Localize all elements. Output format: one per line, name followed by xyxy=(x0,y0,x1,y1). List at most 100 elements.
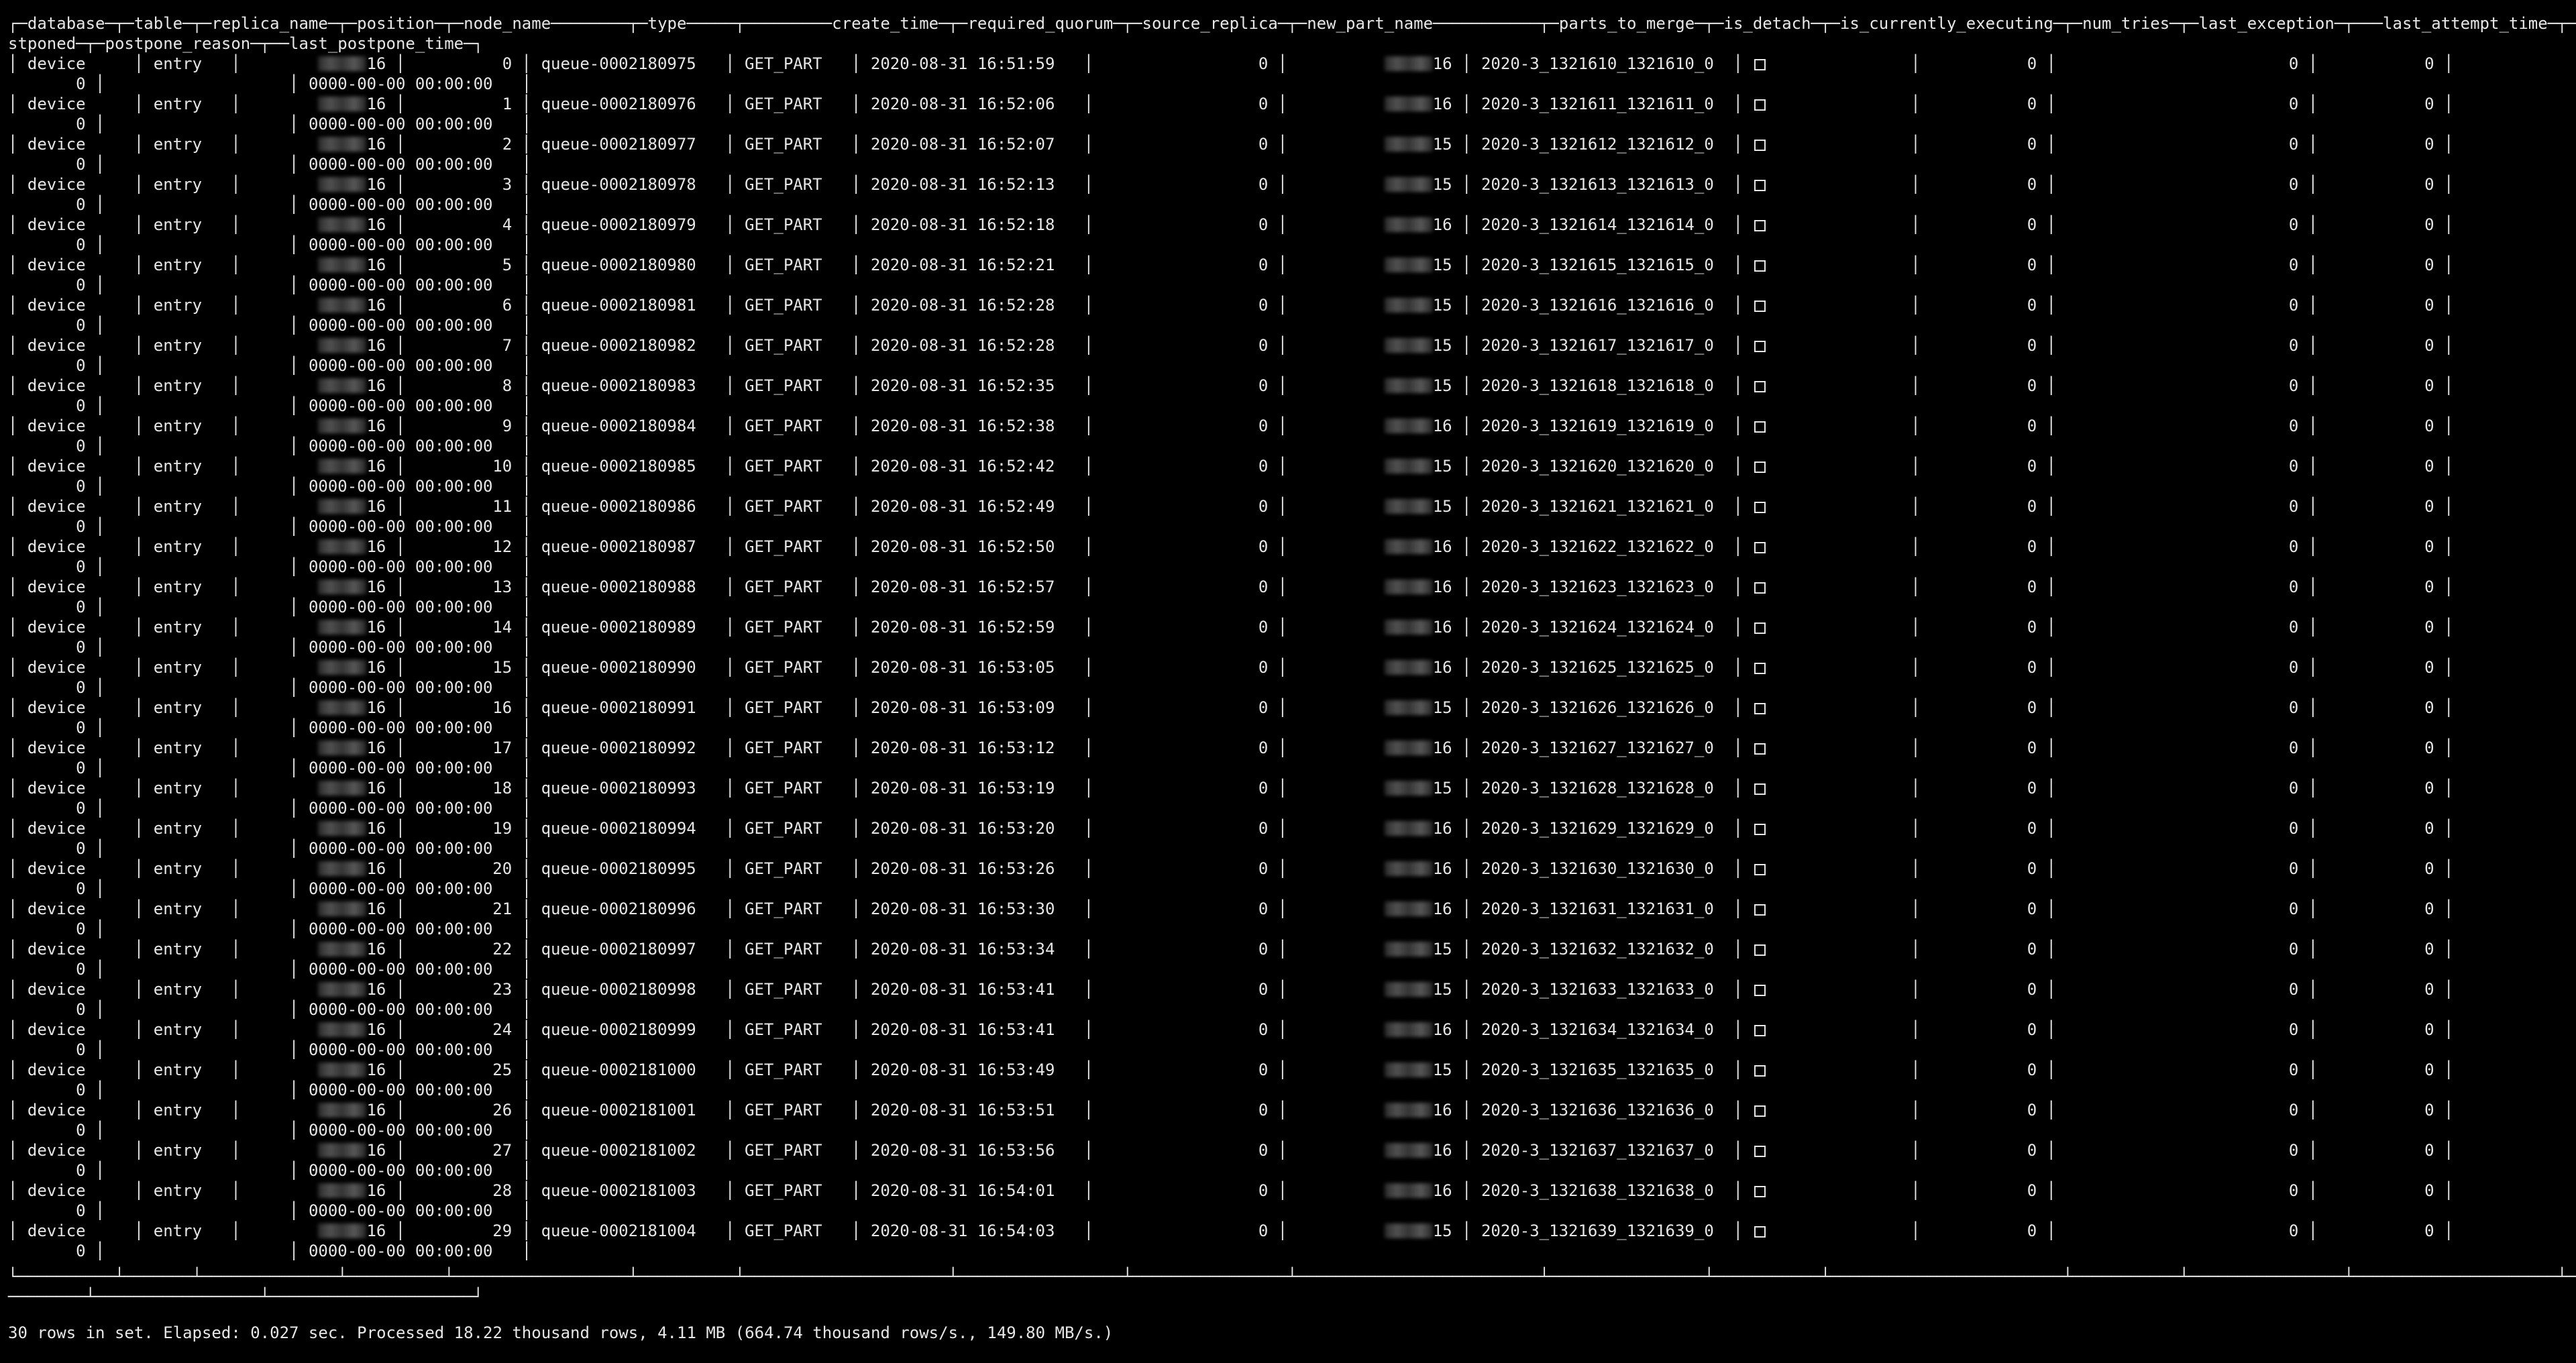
empty-array-icon xyxy=(1754,1025,1766,1036)
cell-node-name: queue-0002180990 xyxy=(541,658,716,677)
cell-last-exception xyxy=(2463,497,2576,516)
table-row-continuation: 0 │ │ 0000-00-00 00:00:00 │ xyxy=(8,718,532,737)
cell-is-currently-executing: 0 xyxy=(2065,698,2299,717)
table-row: │ device │ entry │ 16 │ 22 │ queue-00021… xyxy=(8,939,2576,959)
cell-is-currently-executing: 0 xyxy=(2065,95,2299,113)
cell-postpone-reason xyxy=(115,1201,280,1220)
cell-source-replica: 15 xyxy=(1297,779,1452,798)
cell-is-currently-executing: 0 xyxy=(2065,1060,2299,1079)
cell-last-exception xyxy=(2463,417,2576,435)
cell-last-exception xyxy=(2463,618,2576,637)
redacted-hostname xyxy=(1384,1143,1433,1158)
cell-type: GET_PART xyxy=(745,658,842,677)
cell-last-postpone-time: 0000-00-00 00:00:00 xyxy=(308,477,513,496)
redacted-hostname xyxy=(1384,620,1433,635)
cell-source-replica: 16 xyxy=(1297,859,1452,878)
cell-create-time: 2020-08-31 16:52:38 xyxy=(870,417,1075,435)
cell-source-replica: 16 xyxy=(1297,1020,1452,1039)
table-row: │ device │ entry │ 16 │ 12 │ queue-00021… xyxy=(8,537,2576,557)
cell-num-postponed: 0 xyxy=(8,1040,86,1059)
source-replica-suffix: 15 xyxy=(1432,940,1452,959)
cell-position: 29 xyxy=(415,1221,513,1240)
cell-node-name: queue-0002180975 xyxy=(541,54,716,73)
redacted-hostname xyxy=(1384,660,1433,675)
replica-name-suffix: 16 xyxy=(366,1221,386,1240)
cell-type: GET_PART xyxy=(745,1101,842,1120)
cell-num-postponed: 0 xyxy=(8,1242,86,1260)
cell-node-name: queue-0002180981 xyxy=(541,296,716,315)
cell-create-time: 2020-08-31 16:53:41 xyxy=(870,980,1075,999)
cell-position: 10 xyxy=(415,457,513,476)
table-row-continuation: 0 │ │ 0000-00-00 00:00:00 │ xyxy=(8,235,532,254)
cell-node-name: queue-0002181002 xyxy=(541,1141,716,1160)
empty-array-icon xyxy=(1754,260,1766,272)
cell-is-currently-executing: 0 xyxy=(2065,376,2299,395)
cell-source-replica: 16 xyxy=(1297,1101,1452,1120)
cell-node-name: queue-0002180989 xyxy=(541,618,716,637)
table-row-continuation: 0 │ │ 0000-00-00 00:00:00 │ xyxy=(8,839,532,858)
cell-database: device xyxy=(27,1101,125,1120)
cell-source-replica: 16 xyxy=(1297,739,1452,757)
cell-last-postpone-time: 0000-00-00 00:00:00 xyxy=(308,1040,513,1059)
cell-parts-to-merge xyxy=(1753,54,1901,73)
cell-new-part-name: 2020-3_1321637_1321637_0 xyxy=(1481,1141,1724,1160)
cell-type: GET_PART xyxy=(745,417,842,435)
cell-required-quorum: 0 xyxy=(1103,1020,1269,1039)
table-row-continuation: 0 │ │ 0000-00-00 00:00:00 │ xyxy=(8,477,532,496)
table-row: │ device │ entry │ 16 │ 13 │ queue-00021… xyxy=(8,577,2576,597)
cell-last-exception xyxy=(2463,1020,2576,1039)
cell-source-replica: 16 xyxy=(1297,618,1452,637)
cell-is-detach: 0 xyxy=(1930,135,2037,154)
source-replica-suffix: 15 xyxy=(1432,256,1452,274)
cell-parts-to-merge xyxy=(1753,256,1901,274)
cell-is-currently-executing: 0 xyxy=(2065,1141,2299,1160)
redacted-hostname xyxy=(1384,217,1433,232)
cell-create-time: 2020-08-31 16:53:41 xyxy=(870,1020,1075,1039)
cell-num-postponed: 0 xyxy=(8,115,86,133)
cell-replica-name: 16 xyxy=(250,256,386,274)
cell-num-postponed: 0 xyxy=(8,678,86,697)
cell-last-exception xyxy=(2463,578,2576,596)
cell-is-currently-executing: 0 xyxy=(2065,256,2299,274)
redacted-hostname xyxy=(1384,1103,1433,1117)
cell-node-name: queue-0002180978 xyxy=(541,175,716,194)
cell-database: device xyxy=(27,175,125,194)
empty-array-icon xyxy=(1754,1186,1766,1197)
cell-is-detach: 0 xyxy=(1930,497,2037,516)
cell-last-postpone-time: 0000-00-00 00:00:00 xyxy=(308,1161,513,1180)
terminal-window[interactable]: ┌─database─┬─table─┬─replica_name─┬─posi… xyxy=(0,0,2576,1363)
cell-is-detach: 0 xyxy=(1930,618,2037,637)
cell-new-part-name: 2020-3_1321633_1321633_0 xyxy=(1481,980,1724,999)
cell-table: entry xyxy=(153,1101,221,1120)
cell-required-quorum: 0 xyxy=(1103,376,1269,395)
source-replica-suffix: 15 xyxy=(1432,980,1452,999)
cell-last-exception xyxy=(2463,537,2576,556)
cell-is-detach: 0 xyxy=(1930,537,2037,556)
table-row-continuation: 0 │ │ 0000-00-00 00:00:00 │ xyxy=(8,517,532,536)
cell-is-currently-executing: 0 xyxy=(2065,658,2299,677)
cell-database: device xyxy=(27,658,125,677)
cell-create-time: 2020-08-31 16:52:07 xyxy=(870,135,1075,154)
cell-type: GET_PART xyxy=(745,497,842,516)
cell-is-currently-executing: 0 xyxy=(2065,54,2299,73)
cell-num-tries: 0 xyxy=(2327,537,2434,556)
cell-create-time: 2020-08-31 16:51:59 xyxy=(870,54,1075,73)
redacted-hostname xyxy=(318,1143,367,1158)
cell-is-currently-executing: 0 xyxy=(2065,618,2299,637)
redacted-hostname xyxy=(1384,700,1433,715)
cell-table: entry xyxy=(153,95,221,113)
cell-position: 7 xyxy=(415,336,513,355)
table-row-continuation: 0 │ │ 0000-00-00 00:00:00 │ xyxy=(8,356,532,375)
cell-last-exception xyxy=(2463,95,2576,113)
cell-num-postponed: 0 xyxy=(8,718,86,737)
redacted-hostname xyxy=(1384,177,1433,192)
cell-new-part-name: 2020-3_1321614_1321614_0 xyxy=(1481,215,1724,234)
source-replica-suffix: 16 xyxy=(1432,618,1452,637)
cell-create-time: 2020-08-31 16:52:06 xyxy=(870,95,1075,113)
cell-num-tries: 0 xyxy=(2327,739,2434,757)
cell-is-detach: 0 xyxy=(1930,779,2037,798)
replica-name-suffix: 16 xyxy=(366,618,386,637)
table-row-continuation: 0 │ │ 0000-00-00 00:00:00 │ xyxy=(8,759,532,777)
empty-array-icon xyxy=(1754,783,1766,795)
cell-parts-to-merge xyxy=(1753,95,1901,113)
